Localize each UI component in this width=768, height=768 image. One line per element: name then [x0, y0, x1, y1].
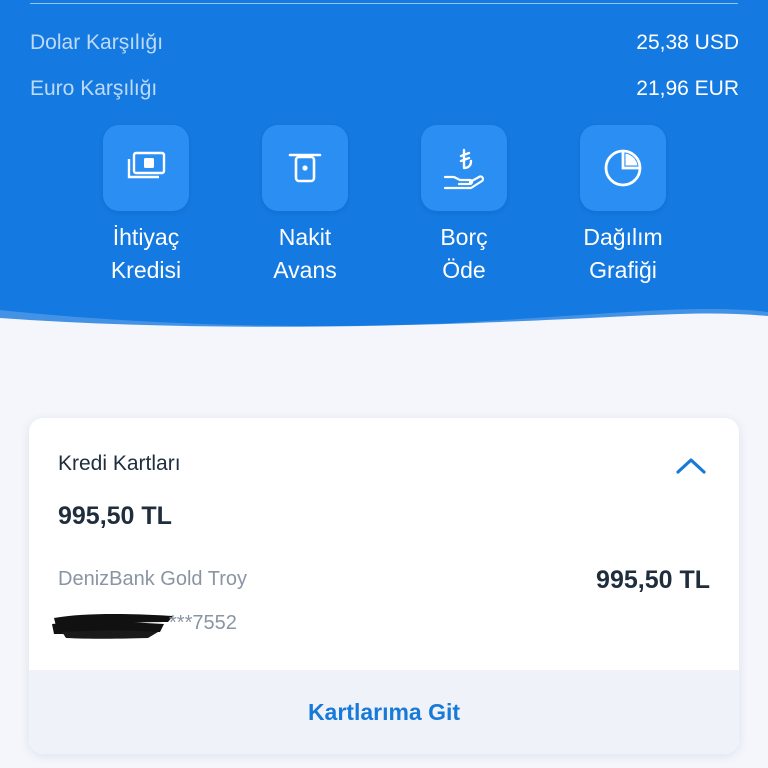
- eur-equivalent-row: Euro Karşılığı 21,96 EUR: [30, 72, 739, 106]
- credit-cards-card: Kredi Kartları 995,50 TL DenizBank Gold …: [29, 418, 739, 754]
- total-balance: 995,50 TL: [58, 502, 172, 530]
- cash-advance-button[interactable]: Nakit Avans: [235, 125, 375, 287]
- pay-debt-label: Borç Öde: [440, 224, 488, 283]
- need-loan-button[interactable]: İhtiyaç Kredisi: [76, 125, 216, 287]
- pie-chart-icon: [580, 125, 666, 211]
- distribution-chart-label: Dağılım Grafiği: [583, 224, 663, 283]
- eur-equivalent-label: Euro Karşılığı: [30, 77, 158, 100]
- need-loan-label: İhtiyaç Kredisi: [110, 224, 182, 283]
- usd-equivalent-row: Dolar Karşılığı 25,38 USD: [30, 26, 739, 60]
- lira-hand-icon: [421, 125, 507, 211]
- distribution-chart-button[interactable]: Dağılım Grafiği: [553, 125, 693, 287]
- money-icon: [103, 125, 189, 211]
- go-to-cards-label: Kartlarıma Git: [307, 698, 461, 725]
- redaction-mark: [48, 608, 178, 642]
- eur-equivalent-value: 21,96 EUR: [636, 77, 739, 100]
- quick-actions: İhtiyaç Kredisi Nakit Avans Borç Öde Dağ…: [0, 125, 768, 295]
- wave-decoration: [0, 309, 768, 366]
- card-amount: 995,50 TL: [596, 566, 710, 594]
- card-name[interactable]: DenizBank Gold Troy: [58, 568, 247, 591]
- atm-icon: [262, 125, 348, 211]
- cash-advance-label: Nakit Avans: [273, 224, 337, 283]
- pay-debt-button[interactable]: Borç Öde: [394, 125, 534, 287]
- usd-equivalent-label: Dolar Karşılığı: [30, 31, 164, 54]
- card-number-masked: ***7552: [169, 612, 237, 634]
- chevron-up-icon[interactable]: [673, 454, 709, 478]
- card-section-title: Kredi Kartları: [58, 452, 181, 475]
- header-panel: Dolar Karşılığı 25,38 USD Euro Karşılığı…: [0, 0, 768, 366]
- usd-equivalent-value: 25,38 USD: [636, 31, 739, 54]
- go-to-cards-button[interactable]: Kartlarıma Git: [29, 670, 739, 754]
- divider: [30, 3, 738, 4]
